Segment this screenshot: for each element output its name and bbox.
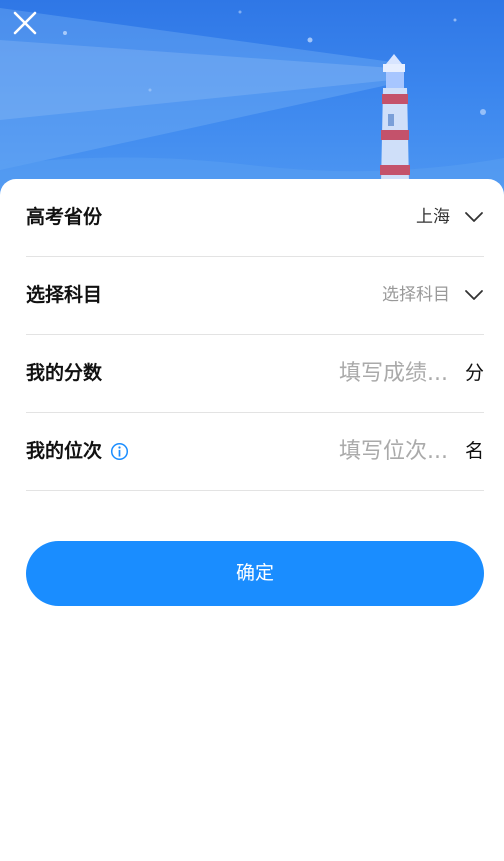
lighthouse-illustration — [0, 8, 504, 200]
score-row: 我的分数 填写成绩... 分 — [26, 335, 484, 413]
rank-unit: 名 — [464, 440, 484, 462]
province-label: 高考省份 — [26, 206, 103, 228]
score-label: 我的分数 — [26, 362, 103, 384]
close-button[interactable] — [10, 8, 40, 38]
confirm-button[interactable]: 确定 — [26, 541, 484, 606]
province-row[interactable]: 高考省份 上海 — [26, 179, 484, 257]
rank-row: 我的位次 填写位次... 名 — [26, 413, 484, 491]
rank-input[interactable]: 填写位次... — [339, 413, 448, 490]
subject-select[interactable]: 选择科目 — [382, 257, 450, 334]
hero-banner — [0, 0, 504, 200]
score-input[interactable]: 填写成绩... — [339, 335, 448, 412]
chevron-down-icon[interactable] — [464, 285, 484, 305]
subject-row[interactable]: 选择科目 选择科目 — [26, 257, 484, 335]
score-unit: 分 — [464, 362, 484, 384]
close-icon — [13, 11, 37, 35]
subject-label: 选择科目 — [26, 284, 103, 306]
rank-label: 我的位次 — [26, 440, 103, 462]
info-icon[interactable] — [110, 442, 129, 461]
province-value[interactable]: 上海 — [416, 179, 450, 256]
form-sheet: 高考省份 上海 选择科目 选择科目 我的分数 填写成绩... 分 我的位次 填写… — [0, 179, 504, 861]
chevron-down-icon[interactable] — [464, 207, 484, 227]
